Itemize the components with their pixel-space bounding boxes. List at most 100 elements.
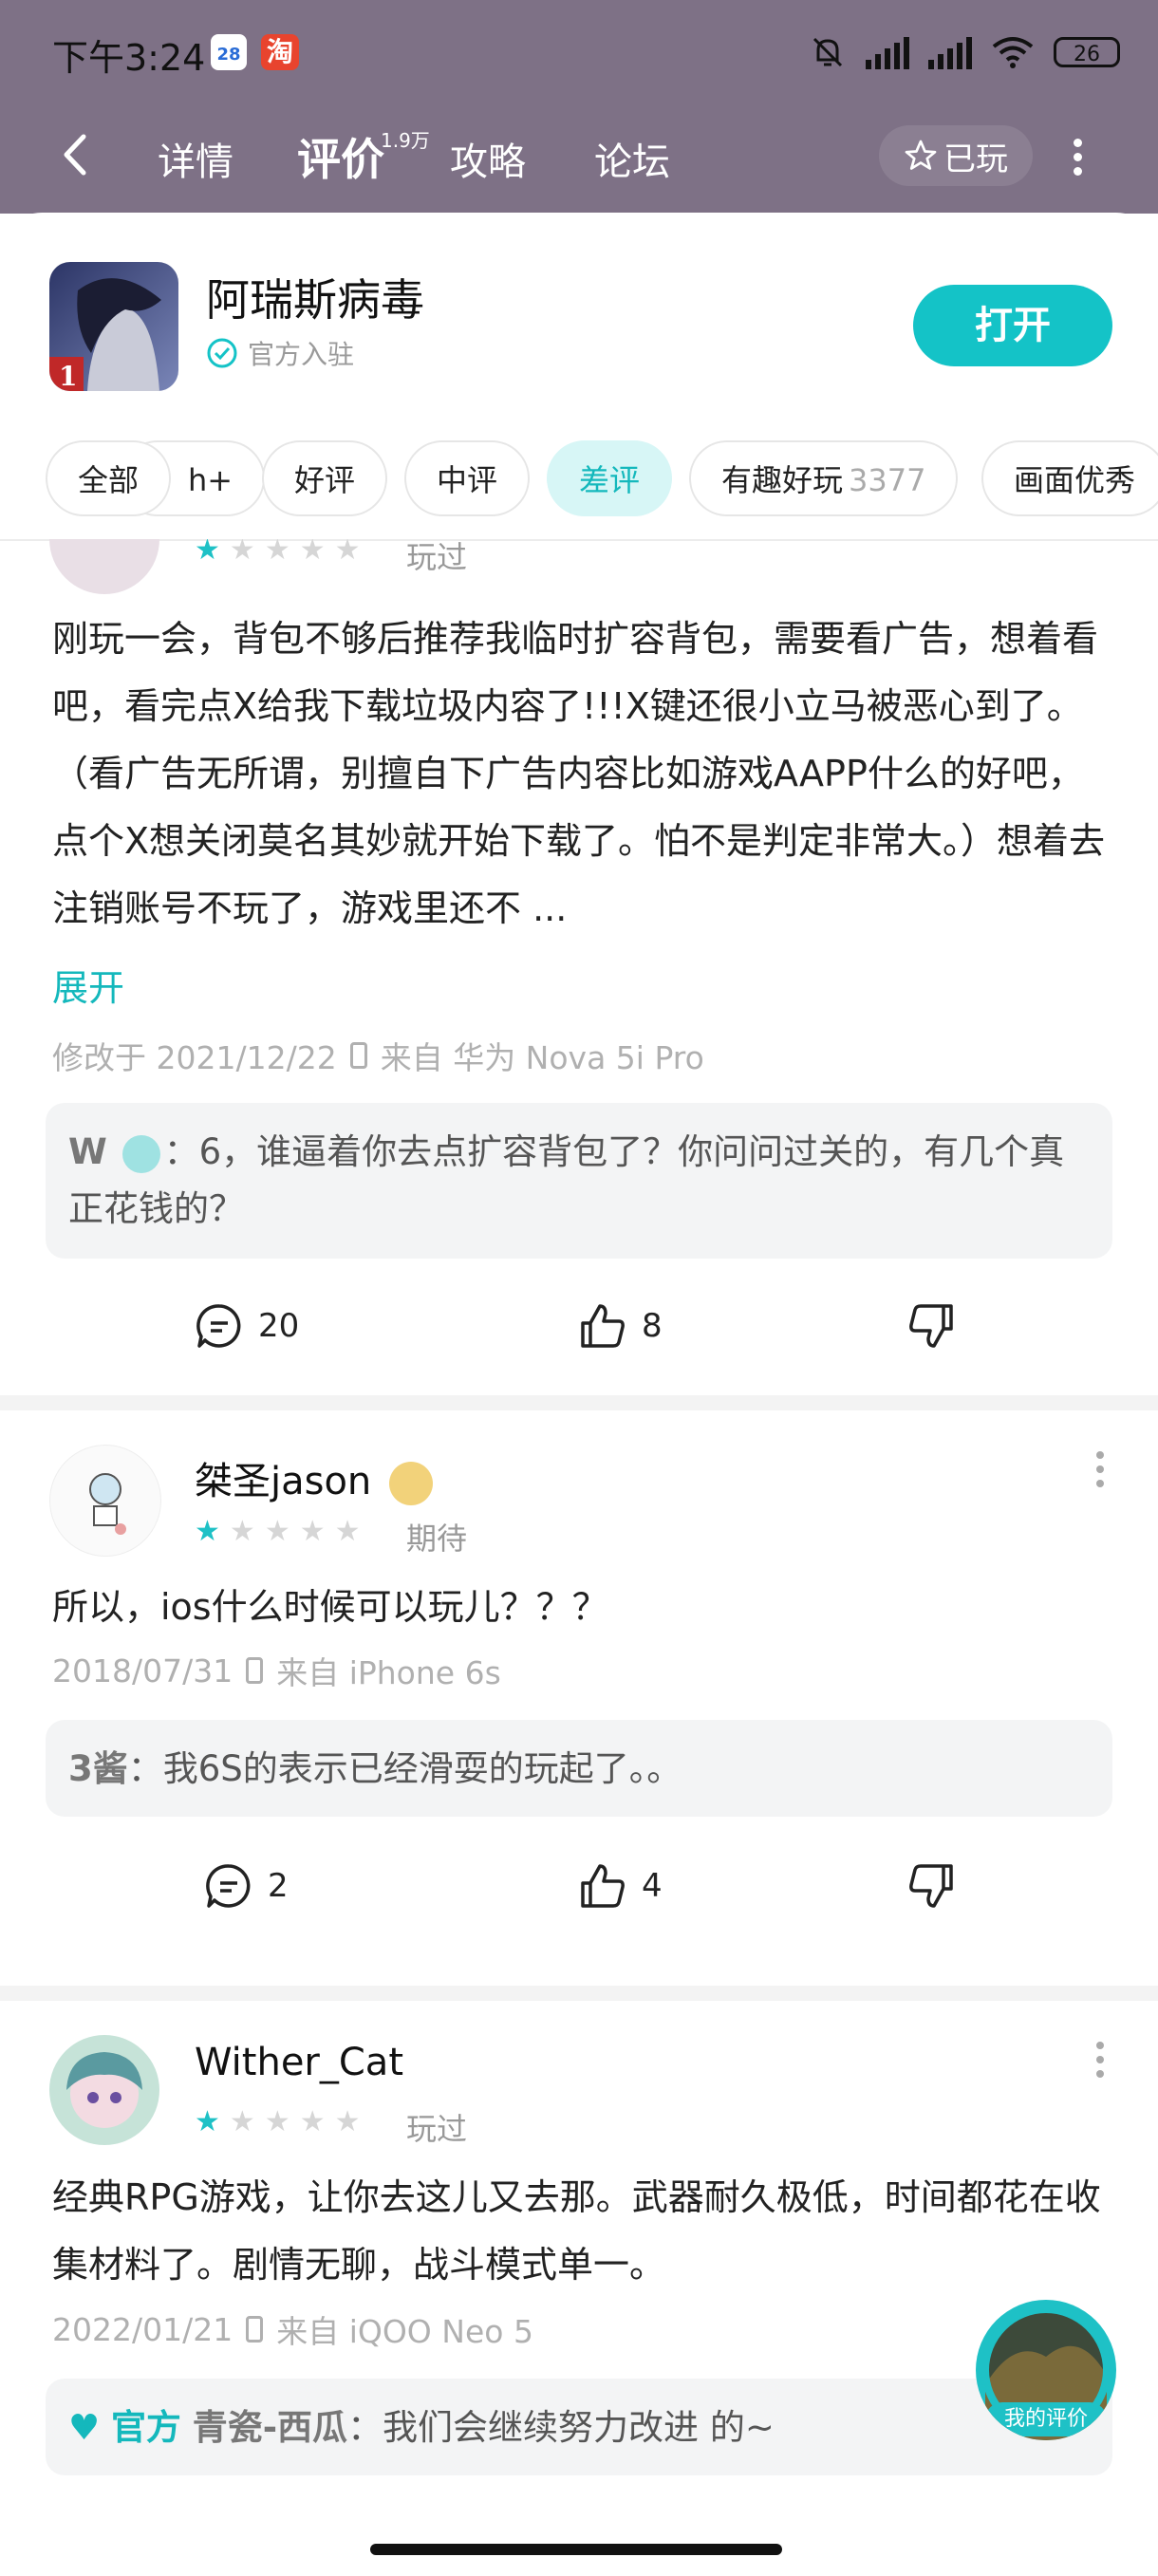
filter-chips: h+ 全部 好评 中评 差评 有趣好玩 3377 画面优秀 — [0, 440, 1158, 522]
played-label: 已玩 — [943, 140, 1008, 178]
dislike-button[interactable] — [906, 1300, 957, 1352]
official-label: 官方 — [110, 2407, 181, 2448]
review-more-icon[interactable] — [1094, 2035, 1106, 2084]
thumbs-down-icon — [909, 1304, 953, 1348]
tab-reviews[interactable]: 评价 1.9万 — [297, 125, 430, 188]
star-empty-icon: ★ — [334, 1515, 361, 1548]
chip-negative[interactable]: 差评 — [547, 440, 673, 516]
review-device: 来自 iQOO Neo 5 — [276, 2313, 533, 2350]
taobao-icon: 淘 — [261, 34, 299, 70]
app-icon: 1 — [49, 262, 178, 391]
star-empty-icon: ★ — [264, 2105, 290, 2138]
review-count-badge: 1.9万 — [381, 129, 430, 152]
chip-all[interactable]: 全部 — [46, 440, 172, 516]
star-filled-icon: ★ — [195, 1515, 220, 1548]
divider — [0, 1395, 1158, 1410]
phone-icon — [246, 1657, 264, 1684]
avatar[interactable] — [49, 1445, 161, 1557]
tab-forum[interactable]: 论坛 — [594, 131, 670, 186]
official-reply[interactable]: ♥ 官方 青瓷-西瓜：我们会继续努力改进 的~ — [46, 2379, 1112, 2475]
like-count: 4 — [642, 1867, 663, 1905]
app-header: 1 阿瑞斯病毒 官方入驻 打开 h+ 全部 好评 中评 差评 有趣好玩 3377 … — [0, 213, 1158, 540]
review-actions: 20 8 — [0, 1300, 1158, 1367]
expand-link[interactable]: 展开 — [52, 959, 124, 1011]
star-empty-icon: ★ — [264, 539, 290, 567]
review-text: 刚玩一会，背包不够后推荐我临时扩容背包，需要看广告，想着看吧，看完点X给我下载垃… — [52, 618, 1106, 929]
reply-preview[interactable]: W ：6，谁逼着你去点扩容背包了？你问问过关的，有几个真正花钱的？ — [46, 1103, 1112, 1259]
star-filled-icon: ★ — [195, 2105, 220, 2138]
verified-label: 官方入驻 — [248, 339, 355, 370]
star-empty-icon: ★ — [299, 539, 326, 567]
phone-icon — [246, 2316, 264, 2343]
rating-stars: ★ ★ ★ ★ ★ — [195, 2105, 361, 2138]
comment-button[interactable]: 20 — [194, 1300, 299, 1352]
reply-user: W — [68, 1131, 107, 1172]
signal-icon — [928, 35, 972, 69]
chip-fun-label: 有趣好玩 — [721, 462, 844, 498]
more-options-icon[interactable] — [1068, 133, 1087, 180]
thumbs-up-icon — [581, 1864, 625, 1908]
open-button[interactable]: 打开 — [913, 285, 1112, 366]
comment-button[interactable]: 2 — [203, 1860, 289, 1912]
review-meta: 2018/07/31 来自 iPhone 6s — [52, 1648, 501, 1693]
user-name[interactable]: Wither_Cat — [195, 2041, 403, 2084]
battery-icon: 26 — [1054, 37, 1120, 67]
review-card: ★ ★ ★ ★ ★ 玩过 刚玩一会，背包不够后推荐我临时扩容背包，需要看广告，想着看吧，… — [0, 539, 1158, 1393]
review-date: 2022/01/21 — [52, 2310, 233, 2348]
chip-neutral[interactable]: 中评 — [404, 440, 531, 516]
review-actions: 2 4 — [0, 1860, 1158, 1927]
app-name: 阿瑞斯病毒 — [206, 274, 424, 326]
play-status: 期待 — [406, 1521, 468, 1557]
rating-stars: ★ ★ ★ ★ ★ — [195, 539, 361, 567]
chip-fun[interactable]: 有趣好玩 3377 — [689, 440, 959, 516]
review-meta: 2022/01/21 来自 iQOO Neo 5 — [52, 2306, 533, 2352]
review-text: 所以，ios什么时候可以玩儿？？？ — [52, 1586, 608, 1628]
back-icon[interactable] — [57, 131, 91, 178]
reply-text: ：6，谁逼着你去点扩容背包了？你问问过关的，有几个真正花钱的？ — [68, 1131, 1065, 1229]
star-empty-icon: ★ — [334, 2105, 361, 2138]
comment-icon — [206, 1864, 251, 1908]
official-diamond-icon: ♥ — [68, 2407, 101, 2448]
user-name-text: 桀圣jason — [195, 1460, 372, 1503]
verified-check-icon — [207, 338, 237, 368]
tab-guides[interactable]: 攻略 — [450, 131, 526, 186]
review-device: 来自 华为 Nova 5i Pro — [380, 1039, 704, 1076]
reply-preview[interactable]: 3酱：我6S的表示已经滑耍的玩起了。。 — [46, 1720, 1112, 1817]
home-indicator[interactable] — [370, 2544, 782, 2555]
comment-icon — [196, 1304, 241, 1348]
my-review-label: 我的评价 — [985, 2402, 1107, 2436]
star-empty-icon: ★ — [264, 1515, 290, 1548]
played-button[interactable]: 已玩 — [879, 125, 1033, 186]
phone-icon — [349, 1042, 367, 1069]
reply-user: 3酱 — [68, 1748, 128, 1789]
star-empty-icon: ★ — [299, 2105, 326, 2138]
my-review-button[interactable]: 我的评价 — [976, 2300, 1116, 2440]
tab-details[interactable]: 详情 — [158, 131, 233, 186]
reply-text: ：我们会继续努力改进 的~ — [347, 2407, 775, 2448]
chip-positive[interactable]: 好评 — [262, 440, 388, 516]
mute-bell-icon — [812, 37, 843, 67]
chip-graphics[interactable]: 画面优秀 — [981, 440, 1158, 516]
star-empty-icon: ★ — [334, 539, 361, 567]
verified-badge: 官方入驻 — [206, 334, 354, 372]
play-status: 玩过 — [406, 539, 468, 575]
like-button[interactable]: 8 — [577, 1300, 663, 1352]
review-more-icon[interactable] — [1094, 1445, 1106, 1494]
dislike-button[interactable] — [906, 1860, 957, 1912]
chip-fun-count: 3377 — [849, 462, 926, 498]
star-filled-icon: ★ — [195, 539, 220, 567]
comment-count: 2 — [268, 1867, 289, 1905]
reply-user: 青瓷-西瓜 — [192, 2407, 348, 2448]
avatar[interactable] — [49, 539, 159, 594]
star-empty-icon: ★ — [229, 539, 255, 567]
like-button[interactable]: 4 — [577, 1860, 663, 1912]
divider — [0, 1986, 1158, 2001]
review-meta: 修改于 2021/12/22 来自 华为 Nova 5i Pro — [52, 1033, 704, 1078]
reply-text: ：我6S的表示已经滑耍的玩起了。。 — [127, 1748, 682, 1789]
status-icons: 26 — [809, 28, 1120, 76]
review-date: 修改于 2021/12/22 — [52, 1039, 337, 1076]
avatar[interactable] — [49, 2035, 159, 2145]
status-time: 下午3:24 — [52, 37, 206, 79]
user-name[interactable]: 桀圣jason — [195, 1450, 434, 1505]
thumbs-up-icon — [581, 1304, 625, 1348]
